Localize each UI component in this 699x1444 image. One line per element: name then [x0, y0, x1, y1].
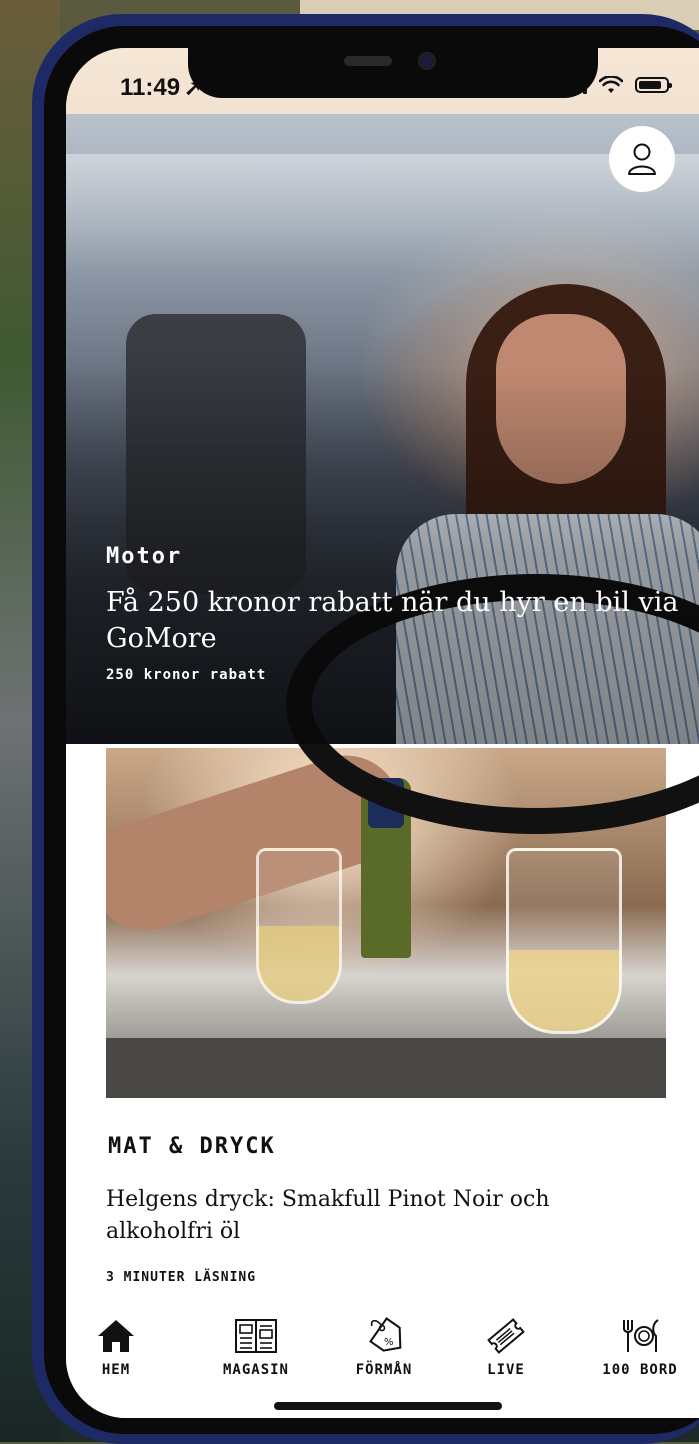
tab-label: HEM [101, 1362, 131, 1378]
hero-category: Motor [106, 544, 183, 569]
hero-subtitle: 250 kronor rabatt [106, 667, 267, 683]
tab-label: FÖRMÅN [355, 1362, 413, 1378]
featured-offer-card[interactable]: Motor Få 250 kronor rabatt när du hyr en… [66, 114, 699, 834]
person-icon [628, 143, 656, 175]
tab-label: LIVE [487, 1362, 525, 1378]
camera-notch [188, 48, 598, 98]
tab-label: 100 BORD [602, 1362, 678, 1378]
hero-text: Motor Få 250 kronor rabatt när du hyr en… [106, 544, 686, 683]
article-reading-time: 3 MINUTER LÄSNING [106, 1270, 257, 1285]
profile-button[interactable] [609, 126, 675, 192]
tab-label: MAGASIN [222, 1362, 289, 1378]
cutlery-icon [618, 1314, 662, 1358]
tab-home[interactable]: HEM [66, 1314, 176, 1378]
magazine-icon [234, 1314, 278, 1358]
tab-magazine[interactable]: MAGASIN [196, 1314, 316, 1378]
article-image-table [106, 1038, 666, 1098]
battery-icon [635, 77, 672, 93]
tab-100-bord[interactable]: 100 BORD [580, 1314, 699, 1378]
tab-benefits[interactable]: % FÖRMÅN [324, 1314, 444, 1378]
article-title[interactable]: Helgens dryck: Smakfull Pinot Noir och a… [106, 1184, 646, 1248]
ticket-icon [484, 1314, 528, 1358]
speaker-grille [344, 56, 392, 66]
tag-icon: % [362, 1314, 406, 1358]
front-camera [418, 52, 436, 70]
bottom-tab-bar: HEM MAGASIN % FÖRMÅN LIVE 100 BORD [66, 1304, 699, 1418]
svg-text:%: % [384, 1337, 394, 1348]
article-category: MAT & DRYCK [108, 1134, 276, 1159]
tab-live[interactable]: LIVE [446, 1314, 566, 1378]
home-icon [94, 1314, 138, 1358]
home-indicator[interactable] [274, 1402, 502, 1410]
article-image-glass [506, 848, 622, 1034]
time-text: 11:49 [120, 74, 181, 101]
app-screen: 11:49 ➚ Motor Få 250 kronor rabatt när d… [66, 48, 699, 1418]
article-image-glass [256, 848, 342, 1004]
wifi-icon [599, 76, 623, 93]
hero-title: Få 250 kronor rabatt när du hyr en bil v… [106, 587, 679, 654]
